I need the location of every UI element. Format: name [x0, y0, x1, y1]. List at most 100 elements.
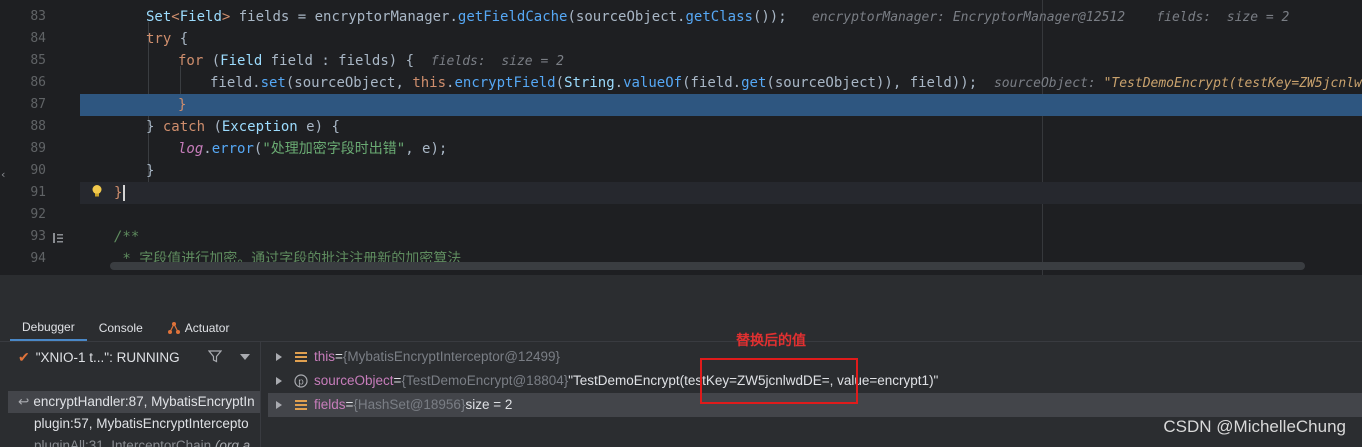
- return-arrow-icon: ↩: [18, 394, 30, 409]
- thread-label: "XNIO-1 t...": RUNNING: [35, 349, 180, 365]
- code-line-91[interactable]: }: [80, 182, 1362, 204]
- lightbulb-icon[interactable]: [90, 184, 104, 198]
- code-token: field : fields) {: [262, 53, 415, 69]
- line-number: 85: [30, 53, 46, 68]
- code-token: this: [412, 75, 447, 91]
- code-line-87-current-execution[interactable]: }: [80, 94, 1362, 116]
- code-token: /**: [114, 229, 140, 245]
- line-number: 89: [30, 141, 46, 156]
- line-number: 93: [30, 229, 46, 244]
- thread-selector[interactable]: ✔ "XNIO-1 t...": RUNNING: [8, 343, 260, 371]
- variable-ref: {HashSet@18956}: [353, 397, 466, 412]
- expand-arrow-icon[interactable]: [276, 377, 282, 385]
- code-token: .: [614, 75, 624, 91]
- code-line-89[interactable]: log.error("处理加密字段时出错", e);: [80, 138, 1362, 160]
- tab-actuator[interactable]: Actuator: [155, 315, 242, 341]
- code-token: "处理加密字段时出错": [262, 141, 406, 157]
- inline-debug-value: "TestDemoEncrypt(testKey=ZW5jcnlwdDE=: [1103, 76, 1362, 91]
- expand-arrow-icon[interactable]: [276, 401, 282, 409]
- frame-label: plugin:57, MybatisEncryptIntercepto: [34, 416, 249, 431]
- tab-label: Actuator: [184, 321, 230, 335]
- code-token: error: [211, 141, 254, 157]
- stack-frame[interactable]: pluginAll:31, InterceptorChain (org.a: [8, 435, 260, 447]
- debug-tabs: Debugger Console Actuator: [10, 315, 241, 341]
- code-line-90[interactable]: }: [80, 160, 1362, 182]
- line-number: 90: [30, 163, 46, 178]
- code-token: try: [146, 31, 172, 47]
- filter-icon[interactable]: [208, 349, 222, 363]
- variable-equals: =: [345, 397, 354, 412]
- frame-label: encryptHandler:87, MybatisEncryptIn: [33, 394, 255, 409]
- code-line-88[interactable]: } catch (Exception e) {: [80, 116, 1362, 138]
- code-line-92[interactable]: [80, 204, 1362, 226]
- code-token: , e);: [405, 141, 448, 157]
- tab-label: Console: [98, 321, 143, 335]
- tab-debugger[interactable]: Debugger: [10, 315, 87, 341]
- chevron-down-icon[interactable]: [240, 354, 250, 360]
- horizontal-scrollbar[interactable]: [110, 262, 1305, 270]
- code-token: Set: [146, 9, 172, 25]
- variable-equals: =: [393, 373, 402, 388]
- code-token: get: [741, 75, 767, 91]
- code-token: }: [178, 97, 187, 113]
- list-icon: [295, 352, 307, 362]
- panel-splitter[interactable]: [0, 275, 1362, 315]
- variable-value: size = 2: [465, 397, 513, 412]
- code-token: encryptField: [454, 75, 556, 91]
- variable-ref: {MybatisEncryptInterceptor@12499}: [342, 349, 560, 364]
- variable-name: sourceObject: [314, 373, 394, 388]
- variable-name: fields: [314, 397, 346, 412]
- frame-class: (org.a: [214, 438, 251, 447]
- code-token: (sourceObject.: [567, 9, 686, 25]
- expand-arrow-icon[interactable]: [276, 353, 282, 361]
- code-token: (: [203, 53, 221, 69]
- panel-divider[interactable]: [260, 342, 261, 447]
- annotation-highlight-box: [700, 358, 858, 404]
- line-number: 86: [30, 75, 46, 90]
- parameter-icon: p: [294, 374, 308, 388]
- code-token: {: [171, 31, 189, 47]
- text-caret: [123, 185, 126, 201]
- code-token: String: [564, 75, 615, 91]
- check-icon: ✔: [18, 348, 30, 365]
- stack-frame[interactable]: plugin:57, MybatisEncryptIntercepto: [8, 413, 260, 435]
- code-token: field.: [210, 75, 261, 91]
- tab-console[interactable]: Console: [87, 315, 155, 341]
- code-token: Field: [220, 53, 263, 69]
- line-number: 83: [30, 9, 46, 24]
- code-token: (sourceObject)), field));: [766, 75, 978, 91]
- code-editor[interactable]: 83 84 85 86 87 88 89 90 91 92 93 94 Set<…: [0, 0, 1362, 275]
- code-token: ());: [752, 9, 787, 25]
- watermark: CSDN @MichelleChung: [1163, 417, 1346, 436]
- code-line-84[interactable]: try {: [80, 28, 1362, 50]
- fold-gutter-icon[interactable]: [52, 232, 64, 244]
- code-token: (: [555, 75, 565, 91]
- gutter-marker: ‹: [0, 168, 7, 181]
- frames-panel: ✔ "XNIO-1 t...": RUNNING ↩ encryptHandler…: [8, 343, 260, 447]
- line-number: 84: [30, 31, 46, 46]
- stack-frame[interactable]: ↩ encryptHandler:87, MybatisEncryptIn: [8, 391, 260, 413]
- code-line-93[interactable]: /**: [80, 226, 1362, 248]
- frame-label: pluginAll:31, InterceptorChain: [34, 438, 215, 447]
- list-icon: [295, 400, 307, 410]
- code-token: .: [203, 141, 212, 157]
- code-token: (sourceObject,: [285, 75, 413, 91]
- line-number: 91: [30, 185, 46, 200]
- code-token: catch: [162, 119, 206, 135]
- code-token: valueOf: [623, 75, 683, 91]
- tab-divider: [0, 341, 1362, 342]
- code-token: }: [146, 119, 163, 135]
- code-line-85[interactable]: for (Field field : fields) { fields: siz…: [80, 50, 1362, 72]
- variable-equals: =: [335, 349, 343, 364]
- line-number: 92: [30, 207, 46, 222]
- actuator-icon: [167, 322, 180, 334]
- code-line-83[interactable]: Set<Field> fields = encryptorManager.get…: [80, 6, 1362, 28]
- variable-name: this: [314, 349, 336, 364]
- debug-tool-window: Debugger Console Actuator ✔ "XNIO-1 t...…: [0, 315, 1362, 447]
- annotation-label: 替换后的值: [736, 333, 806, 349]
- code-token: getClass: [685, 9, 753, 25]
- code-token: }: [146, 163, 155, 179]
- code-token: getFieldCache: [457, 9, 568, 25]
- line-number: 94: [30, 251, 46, 266]
- code-line-86[interactable]: field.set(sourceObject, this. encryptFiel…: [80, 72, 1362, 94]
